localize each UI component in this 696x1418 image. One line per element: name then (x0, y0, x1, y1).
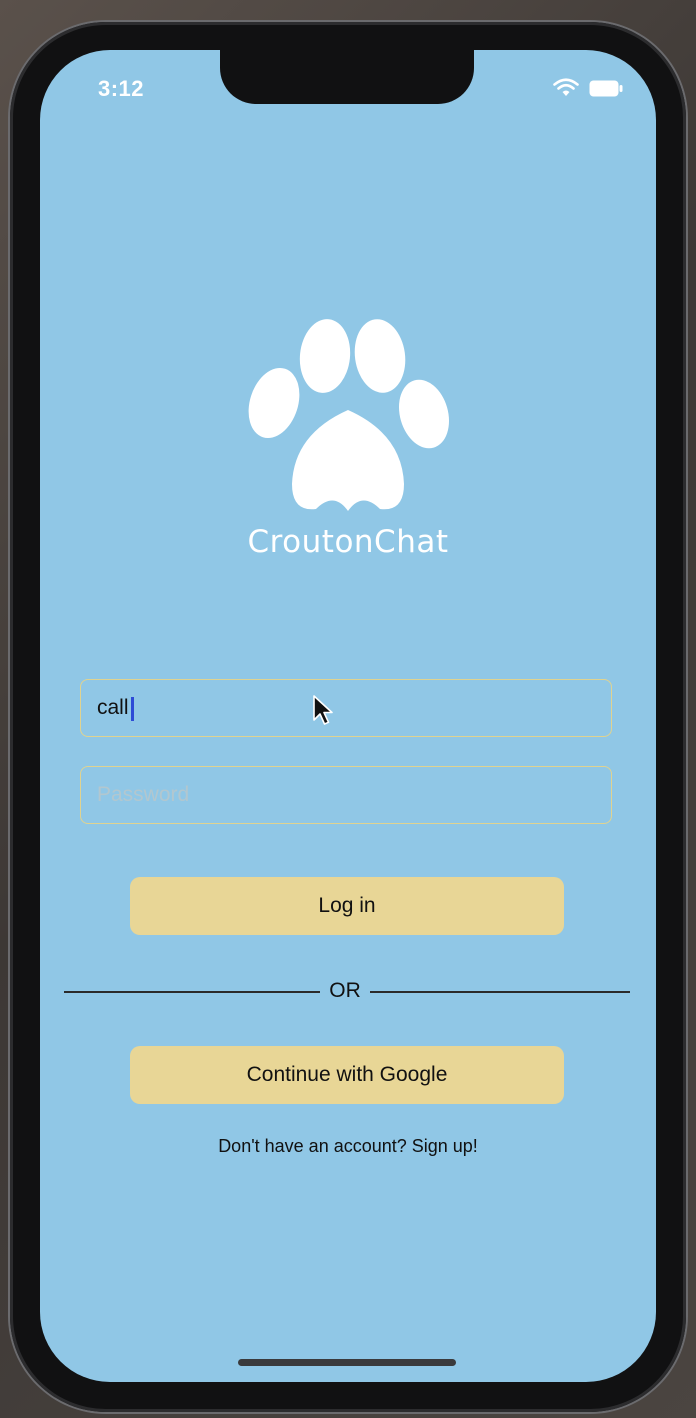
status-time: 3:12 (98, 76, 145, 101)
password-input[interactable] (80, 766, 612, 824)
mouse-pointer-icon (313, 695, 333, 725)
signup-link[interactable]: Don't have an account? Sign up! (40, 1136, 656, 1157)
device-notch (220, 50, 474, 104)
app-brand-name: CroutonChat (247, 524, 449, 560)
divider-line-left (64, 991, 320, 993)
divider-line-right (370, 991, 630, 993)
home-indicator (238, 1359, 456, 1366)
paw-print-icon (248, 319, 450, 511)
continue-with-google-button[interactable]: Continue with Google (130, 1046, 564, 1104)
or-divider-label: OR (329, 979, 361, 1002)
username-input[interactable] (80, 679, 612, 737)
text-caret (131, 697, 134, 721)
wifi-icon (553, 78, 579, 96)
login-button[interactable]: Log in (130, 877, 564, 935)
battery-icon (589, 80, 623, 97)
app-screen: 3:12 CroutonChat Log in OR Continue with… (40, 50, 656, 1382)
